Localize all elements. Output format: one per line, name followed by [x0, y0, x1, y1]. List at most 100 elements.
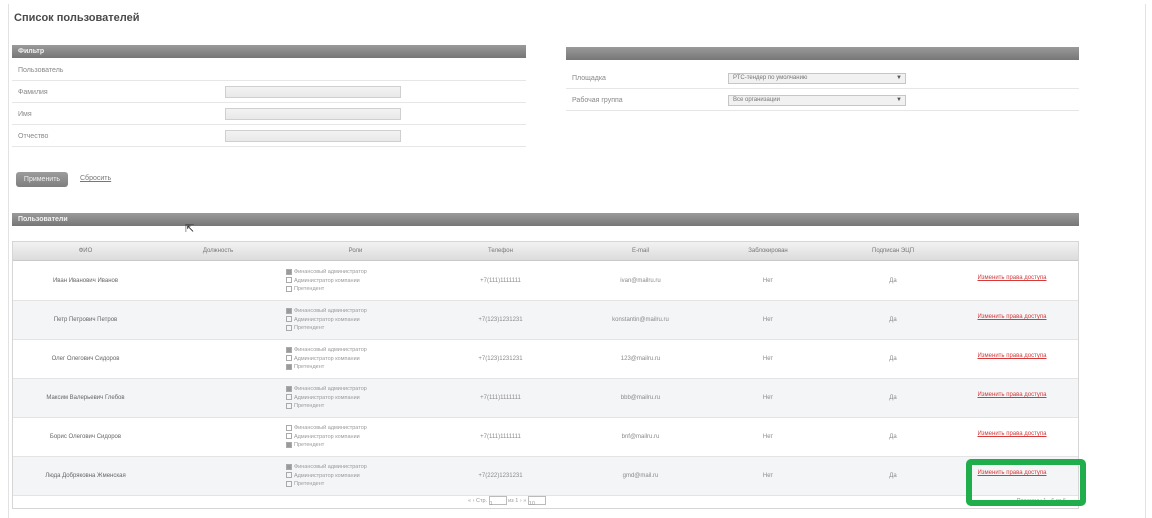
user-email: 123@mailru.ru — [620, 356, 661, 362]
user-position — [158, 301, 278, 339]
role-checkbox[interactable] — [286, 307, 292, 314]
role-label: Финансовый администратор — [294, 425, 367, 431]
role-label: Претендент — [294, 364, 325, 370]
first-page-icon[interactable]: « — [468, 498, 471, 504]
role-checkbox[interactable] — [286, 285, 292, 292]
user-name: Максим Валерьевич Глебов — [46, 395, 125, 401]
table-header: ФИО Должность Роли Телефон E-mail Заблок… — [13, 242, 1078, 261]
table-row: Петр Петрович Петров Финансовый админист… — [13, 301, 1078, 340]
user-phone: +7(111)1111111 — [480, 434, 521, 440]
col-signed[interactable]: Подписан ЭЦП — [823, 242, 963, 260]
user-signed: Да — [889, 434, 897, 440]
role-checkbox[interactable] — [286, 480, 292, 487]
chevron-down-icon: ▼ — [896, 75, 902, 81]
last-page-icon[interactable]: » — [523, 498, 526, 504]
lastname-input[interactable] — [225, 86, 401, 98]
apply-button[interactable]: Применить — [16, 172, 68, 187]
lastname-label: Фамилия — [18, 89, 48, 96]
role-label: Администратор компании — [294, 394, 360, 401]
role-checkbox[interactable] — [286, 402, 292, 409]
change-rights-link[interactable]: Изменить права доступа — [968, 352, 1056, 360]
col-actions — [963, 242, 1080, 260]
filter-row-patronymic: Отчество — [12, 127, 526, 147]
user-roles: Финансовый администратор Администратор к… — [286, 307, 367, 333]
col-fio[interactable]: ФИО — [13, 242, 158, 260]
change-rights-link[interactable]: Изменить права доступа — [968, 313, 1056, 321]
user-roles: Финансовый администратор Администратор к… — [286, 268, 367, 294]
col-phone[interactable]: Телефон — [433, 242, 568, 260]
role-label: Претендент — [294, 481, 325, 487]
user-name: Борис Олегович Сидоров — [49, 434, 122, 440]
role-label: Финансовый администратор — [294, 386, 367, 392]
col-blocked[interactable]: Заблокирован — [713, 242, 823, 260]
filter-row-firstname: Имя — [12, 105, 526, 125]
prev-page-icon[interactable]: ‹ — [473, 498, 475, 504]
user-blocked: Нет — [762, 317, 774, 323]
role-label: Претендент — [294, 325, 325, 331]
workgroup-select-value: Все организации — [733, 97, 780, 103]
role-label: Претендент — [294, 442, 325, 448]
user-email: bnf@mailru.ru — [621, 434, 660, 440]
user-name: Люда Добряковна Жменская — [45, 473, 126, 479]
user-email: gmd@mail.ru — [622, 473, 659, 479]
user-blocked: Нет — [762, 356, 774, 362]
role-label: Администратор компании — [294, 316, 360, 323]
role-checkbox[interactable] — [286, 324, 292, 331]
user-position — [158, 457, 278, 495]
reset-link[interactable]: Сбросить — [80, 175, 111, 182]
role-checkbox[interactable] — [286, 268, 292, 275]
user-position — [158, 418, 278, 456]
role-label: Претендент — [294, 403, 325, 409]
user-phone: +7(111)1111111 — [480, 395, 521, 401]
page-number-input[interactable]: 1 — [488, 496, 507, 507]
filter-section-row: Пользователь — [12, 61, 526, 81]
role-checkbox[interactable] — [286, 433, 292, 440]
firstname-input[interactable] — [225, 108, 401, 120]
role-checkbox[interactable] — [286, 394, 292, 401]
col-email[interactable]: E-mail — [568, 242, 713, 260]
user-phone: +7(222)1231231 — [478, 473, 523, 479]
role-checkbox[interactable] — [286, 355, 292, 362]
user-phone: +7(123)1231231 — [478, 317, 523, 323]
role-checkbox[interactable] — [286, 277, 292, 284]
role-checkbox[interactable] — [286, 441, 292, 448]
user-roles: Финансовый администратор Администратор к… — [286, 424, 367, 450]
role-checkbox[interactable] — [286, 472, 292, 479]
table-row: Борис Олегович Сидоров Финансовый админи… — [13, 418, 1078, 457]
role-checkbox[interactable] — [286, 424, 292, 431]
col-position[interactable]: Должность — [158, 242, 278, 260]
role-checkbox[interactable] — [286, 346, 292, 353]
role-label: Финансовый администратор — [294, 269, 367, 275]
page-size-select[interactable]: 10 — [527, 496, 546, 508]
user-position — [158, 340, 278, 378]
user-roles: Финансовый администратор Администратор к… — [286, 346, 367, 372]
next-page-icon[interactable]: › — [520, 498, 522, 504]
workgroup-select[interactable]: Все организации ▼ — [728, 95, 906, 106]
filter-row-lastname: Фамилия — [12, 83, 526, 103]
user-email: ivan@mailru.ru — [620, 278, 661, 284]
user-roles: Финансовый администратор Администратор к… — [286, 385, 367, 411]
user-signed: Да — [889, 473, 897, 479]
role-checkbox[interactable] — [286, 316, 292, 323]
user-name: Петр Петрович Петров — [53, 317, 118, 323]
role-checkbox[interactable] — [286, 385, 292, 392]
user-signed: Да — [889, 317, 897, 323]
role-checkbox[interactable] — [286, 463, 292, 470]
change-rights-link[interactable]: Изменить права доступа — [968, 430, 1056, 438]
user-signed: Да — [889, 278, 897, 284]
patronymic-label: Отчество — [18, 133, 49, 140]
filter-right-header — [566, 47, 1079, 60]
page-size-value: 10 — [528, 501, 535, 508]
table-row: Иван Иванович Иванов Финансовый админист… — [13, 262, 1078, 301]
filter-row-workgroup: Рабочая группа Все организации ▼ — [566, 91, 1079, 111]
change-rights-link[interactable]: Изменить права доступа — [968, 391, 1056, 399]
role-checkbox[interactable] — [286, 363, 292, 370]
patronymic-input[interactable] — [225, 130, 401, 142]
page-of-label: из 1 — [508, 498, 519, 504]
col-roles[interactable]: Роли — [278, 242, 433, 260]
platform-select[interactable]: РТС-тендер по умолчанию ▼ — [728, 73, 906, 84]
change-rights-link[interactable]: Изменить права доступа — [968, 274, 1056, 282]
role-label: Администратор компании — [294, 277, 360, 284]
user-email: bbb@mailru.ru — [620, 395, 661, 401]
user-blocked: Нет — [762, 395, 774, 401]
